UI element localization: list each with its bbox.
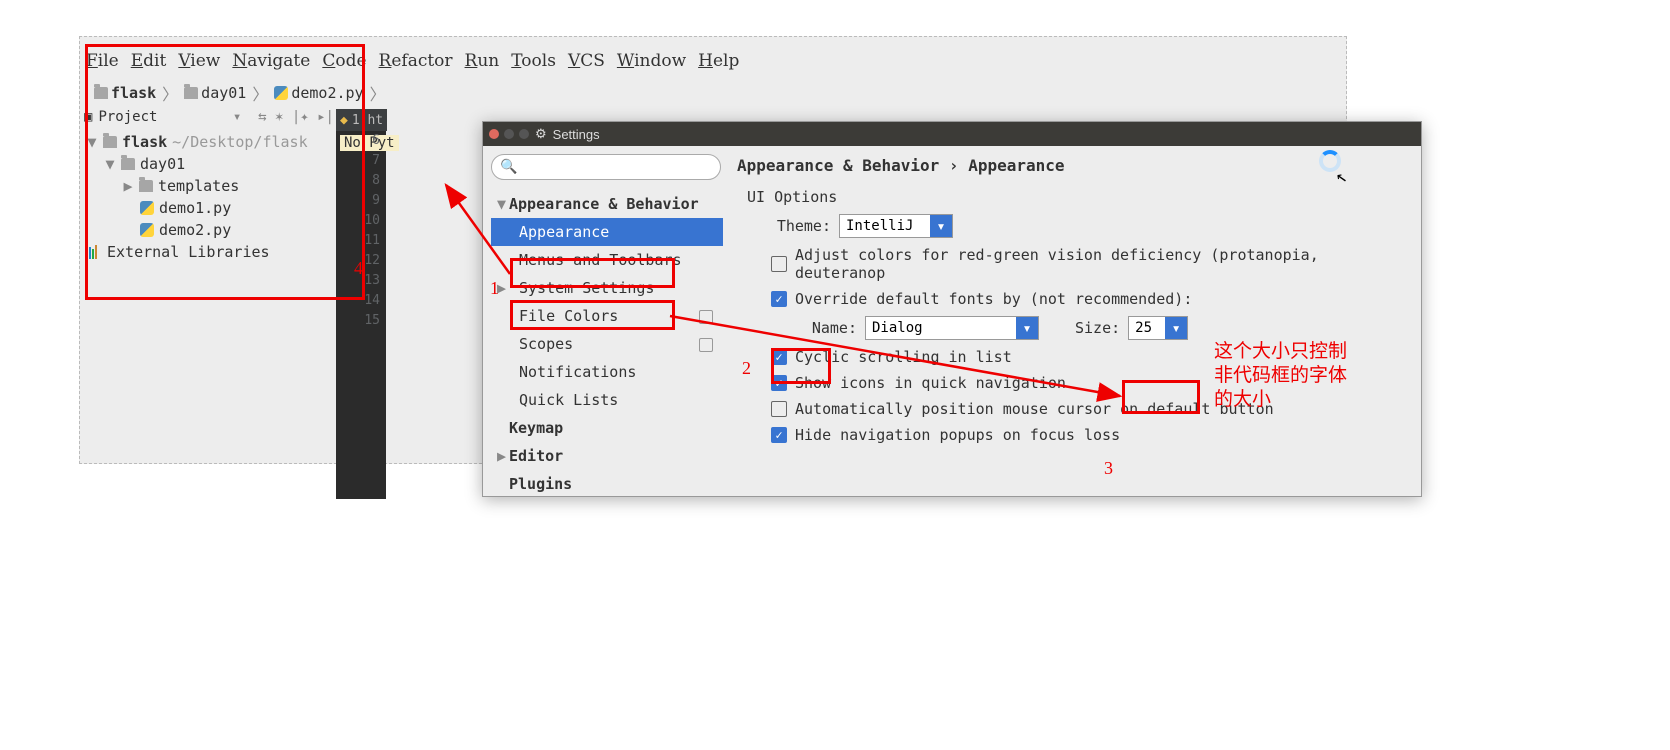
annotation-box-1b [510,300,675,330]
color-deficiency-checkbox[interactable] [771,256,787,272]
name-combo[interactable]: ▾ [865,316,1039,340]
annotation-2: 2 [742,358,751,379]
autopos-checkbox[interactable] [771,401,787,417]
settings-cat-keymap[interactable]: Keymap [491,414,723,442]
size-value[interactable] [1129,317,1165,339]
minimize-icon[interactable] [504,129,514,139]
dropdown-icon[interactable]: ▾ [930,215,952,237]
annotation-3: 3 [1104,458,1113,479]
expand-icon[interactable]: ▼ [497,190,506,218]
menu-window[interactable]: Window [617,51,686,71]
theme-value[interactable] [840,215,930,237]
annotation-chinese: 这个大小只控制 非代码框的字体 的大小 [1214,340,1347,412]
annotation-box-2 [771,348,831,384]
gear-icon: ⚙ [535,126,547,142]
annotation-box-size [1122,380,1200,414]
dropdown-icon[interactable]: ▾ [1165,317,1187,339]
size-combo[interactable]: ▾ [1128,316,1188,340]
theme-row: Theme: ▾ [771,214,1415,238]
menu-help[interactable]: Help [698,51,739,71]
icons-label: Show icons in quick navigation [795,374,1066,392]
settings-title: Settings [553,127,600,142]
settings-item-appearance[interactable]: Appearance [491,218,723,246]
settings-search[interactable]: 🔍 [491,154,721,180]
settings-options: UI Options Theme: ▾ Adjust colors for re… [737,188,1415,452]
override-fonts-label: Override default fonts by (not recommend… [795,290,1192,308]
override-fonts-row: ✓ Override default fonts by (not recomme… [771,290,1415,308]
chevron-icon: 〉 [370,81,386,105]
settings-item-quicklists[interactable]: Quick Lists [491,386,723,414]
autopos-label: Automatically position mouse cursor on d… [795,400,1274,418]
hidepop-checkbox[interactable]: ✓ [771,427,787,443]
override-fonts-checkbox[interactable]: ✓ [771,291,787,307]
expand-icon[interactable]: ▶ [497,442,506,470]
name-value[interactable] [866,317,1016,339]
settings-breadcrumb: Appearance & Behavior › Appearance [737,156,1065,175]
window-controls[interactable] [489,129,529,139]
size-label: Size: [1075,319,1120,337]
dropdown-icon[interactable]: ▾ [1016,317,1038,339]
font-name-size-row: Name: ▾ Size: ▾ [797,316,1415,340]
menu-refactor[interactable]: Refactor [379,51,453,71]
annotation-box-4 [85,44,365,300]
menu-run[interactable]: Run [465,51,500,71]
settings-tree: ▼ Appearance & Behavior Appearance Menus… [491,190,723,498]
search-icon: 🔍 [500,159,517,175]
annotation-4: 4 [354,258,363,279]
settings-item-scopes[interactable]: Scopes [491,330,723,358]
annotation-box-1a [510,258,675,288]
menu-vcs[interactable]: VCS [568,51,605,71]
close-icon[interactable] [489,129,499,139]
settings-cat-appearance-behavior[interactable]: ▼ Appearance & Behavior [491,190,723,218]
color-deficiency-row: Adjust colors for red-green vision defic… [771,246,1415,282]
hidepop-label: Hide navigation popups on focus loss [795,426,1120,444]
settings-cat-plugins[interactable]: Plugins [491,470,723,498]
menu-tools[interactable]: Tools [511,51,556,71]
settings-cat-editor[interactable]: ▶ Editor [491,442,723,470]
annotation-1: 1 [490,278,499,299]
hidepop-row: ✓ Hide navigation popups on focus loss [771,426,1415,444]
ui-options-heading: UI Options [747,188,1415,206]
cursor-icon: ↖ [1334,165,1348,188]
theme-combo[interactable]: ▾ [839,214,953,238]
settings-titlebar[interactable]: ⚙ Settings [483,122,1421,146]
maximize-icon[interactable] [519,129,529,139]
settings-item-notifications[interactable]: Notifications [491,358,723,386]
theme-label: Theme: [771,217,831,235]
color-deficiency-label: Adjust colors for red-green vision defic… [795,246,1415,282]
name-label: Name: [797,319,857,337]
